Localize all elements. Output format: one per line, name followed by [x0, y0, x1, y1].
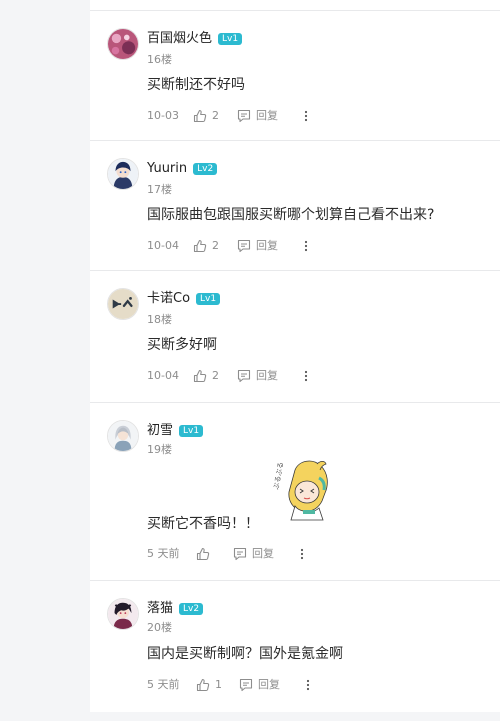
- level-badge: Lv1: [218, 33, 243, 45]
- avatar[interactable]: [107, 28, 139, 60]
- comment-list: 百国烟火色 Lv1 16楼 买断制还不好吗 10-03 2 回复 Yuurin Lv…: [90, 0, 500, 712]
- username[interactable]: 百国烟火色 Lv1: [147, 31, 243, 47]
- level-badge: Lv2: [193, 163, 218, 175]
- more-vertical-icon[interactable]: [304, 239, 308, 253]
- username-text[interactable]: 初雪: [147, 423, 173, 438]
- thumbs-up-icon[interactable]: [196, 678, 210, 692]
- comment-item: 卡诺Co Lv1 18楼 买断多好啊 10-04 2 回复: [90, 270, 500, 401]
- timestamp: 10-04: [147, 369, 179, 382]
- more-vertical-icon[interactable]: [304, 369, 308, 383]
- comment-actions: 10-03 2 回复: [147, 108, 447, 124]
- reply-button[interactable]: 回复: [252, 546, 274, 562]
- comment-actions: 5 天前 1 回复: [147, 677, 447, 693]
- level-badge: Lv1: [179, 425, 204, 437]
- level-badge: Lv1: [196, 293, 221, 305]
- avatar[interactable]: [107, 598, 139, 630]
- reply-button[interactable]: 回复: [258, 677, 280, 693]
- floor-number: 17楼: [147, 183, 172, 196]
- more-vertical-icon[interactable]: [304, 109, 308, 123]
- comment-icon[interactable]: [233, 547, 247, 561]
- username[interactable]: 初雪 Lv1: [147, 423, 204, 439]
- like-count: 2: [212, 109, 219, 122]
- like-count: 2: [212, 239, 219, 252]
- username-text[interactable]: 百国烟火色: [147, 31, 212, 46]
- comment-text: 买断多好啊: [147, 337, 217, 353]
- floor-number: 20楼: [147, 621, 172, 634]
- level-badge: Lv2: [179, 603, 204, 615]
- more-vertical-icon[interactable]: [300, 547, 304, 561]
- username[interactable]: 落猫 Lv2: [147, 601, 204, 617]
- thumbs-up-icon[interactable]: [193, 109, 207, 123]
- page-background-strip: [90, 712, 500, 721]
- floor-number: 19楼: [147, 443, 172, 456]
- comment-icon[interactable]: [239, 678, 253, 692]
- comment-icon[interactable]: [237, 369, 251, 383]
- reply-button[interactable]: 回复: [256, 368, 278, 384]
- comment-text: 买断它不香吗！！: [147, 516, 259, 532]
- username-text[interactable]: Yuurin: [147, 161, 187, 176]
- comment-actions: 10-04 2 回复: [147, 368, 447, 384]
- comment-item: Yuurin Lv2 17楼 国际服曲包跟国服买断哪个划算自己看不出来? 10-0…: [90, 140, 500, 269]
- comment-text: 国际服曲包跟国服买断哪个划算自己看不出来?: [147, 207, 435, 223]
- sticker-caption: ぶるぶる: [273, 461, 285, 490]
- username-text[interactable]: 落猫: [147, 601, 173, 616]
- avatar[interactable]: [107, 288, 139, 320]
- comment-actions: 5 天前 回复: [147, 546, 447, 562]
- comment-item: 百国烟火色 Lv1 16楼 买断制还不好吗 10-03 2 回复: [90, 10, 500, 139]
- timestamp: 10-03: [147, 109, 179, 122]
- comment-text: 国内是买断制啊？国外是氪金啊: [147, 646, 343, 662]
- timestamp: 5 天前: [147, 547, 180, 560]
- floor-number: 16楼: [147, 53, 172, 66]
- avatar[interactable]: [107, 420, 139, 452]
- comment-actions: 10-04 2 回复: [147, 238, 447, 254]
- more-vertical-icon[interactable]: [306, 678, 310, 692]
- username[interactable]: Yuurin Lv2: [147, 161, 218, 177]
- reply-button[interactable]: 回复: [256, 238, 278, 254]
- comment-item: 初雪 Lv1 19楼 ぶるぶる 买断它不香吗！！ 5 天前 回复: [90, 402, 500, 579]
- reply-button[interactable]: 回复: [256, 108, 278, 124]
- timestamp: 10-04: [147, 239, 179, 252]
- comment-text: 买断制还不好吗: [147, 77, 245, 93]
- floor-number: 18楼: [147, 313, 172, 326]
- like-count: 2: [212, 369, 219, 382]
- username[interactable]: 卡诺Co Lv1: [147, 291, 221, 307]
- thumbs-up-icon[interactable]: [193, 369, 207, 383]
- avatar[interactable]: [107, 158, 139, 190]
- like-count: 1: [215, 678, 222, 691]
- comment-icon[interactable]: [237, 109, 251, 123]
- thumbs-up-icon[interactable]: [193, 239, 207, 253]
- thumbs-up-icon[interactable]: [196, 547, 210, 561]
- sticker-image: ぶるぶる: [273, 460, 328, 521]
- timestamp: 5 天前: [147, 678, 180, 691]
- username-text[interactable]: 卡诺Co: [147, 291, 190, 306]
- comment-icon[interactable]: [237, 239, 251, 253]
- comment-item: 落猫 Lv2 20楼 国内是买断制啊？国外是氪金啊 5 天前 1 回复: [90, 580, 500, 713]
